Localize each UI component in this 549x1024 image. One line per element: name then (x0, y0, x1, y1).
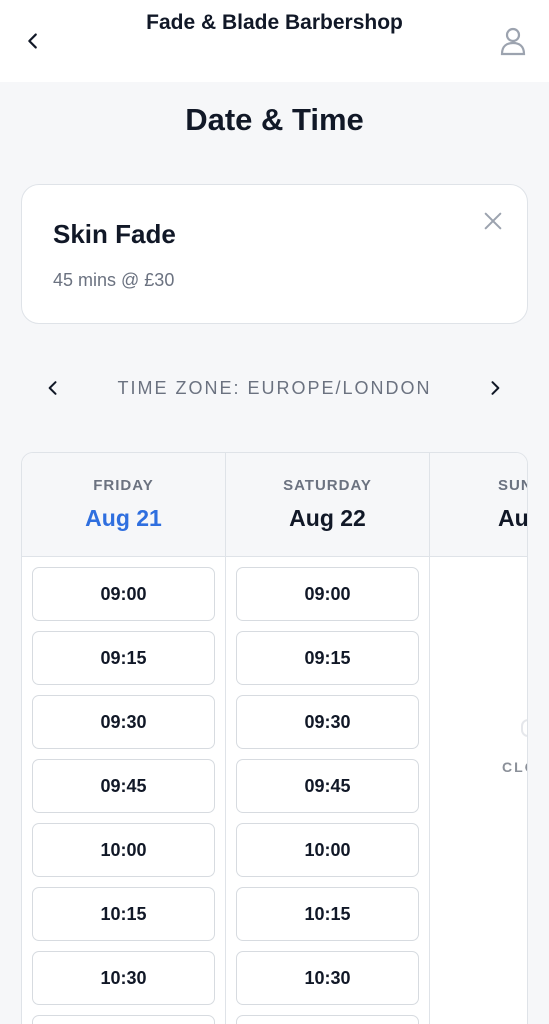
top-bar: Fade & Blade Barbershop (0, 0, 549, 82)
day-date: Aug 23 (498, 505, 528, 531)
day-header: SATURDAY Aug 22 (226, 453, 429, 557)
close-icon (484, 212, 502, 230)
account-button[interactable] (496, 24, 530, 58)
day-column-saturday: SATURDAY Aug 22 09:00 09:15 09:30 09:45 … (226, 453, 430, 1024)
time-slot[interactable]: 10:00 (32, 823, 215, 877)
service-card: Skin Fade 45 mins @ £30 (21, 184, 528, 324)
service-name: Skin Fade (53, 219, 176, 249)
chevron-right-icon (491, 381, 500, 395)
time-slot[interactable]: 09:30 (32, 695, 215, 749)
time-slot[interactable] (32, 1015, 215, 1024)
time-slot[interactable]: 09:15 (32, 631, 215, 685)
day-date: Aug 22 (289, 505, 366, 531)
time-slot[interactable]: 09:15 (236, 631, 419, 685)
next-week-button[interactable] (480, 373, 510, 403)
timezone-label: TIME ZONE: EUROPE/LONDON (117, 378, 432, 398)
page-title: Date & Time (185, 102, 364, 137)
day-name: SATURDAY (283, 477, 372, 494)
user-icon (500, 27, 526, 56)
day-header: SUNDAY Aug 23 (430, 453, 528, 557)
timezone-row: TIME ZONE: EUROPE/LONDON (0, 368, 549, 408)
time-slot[interactable]: 09:00 (32, 567, 215, 621)
time-slot[interactable]: 10:15 (236, 887, 419, 941)
day-column-sunday: SUNDAY Aug 23 CLOSED (430, 453, 528, 1024)
day-name: SUNDAY (498, 477, 527, 494)
time-slot[interactable]: 09:45 (236, 759, 419, 813)
day-column-friday: FRIDAY Aug 21 09:00 09:15 09:30 09:45 10… (22, 453, 226, 1024)
remove-service-button[interactable] (478, 206, 508, 236)
closed-icon (521, 719, 527, 737)
time-slot[interactable]: 09:30 (236, 695, 419, 749)
service-duration-price: 45 mins @ £30 (53, 270, 175, 290)
closed-label: CLOSED (502, 759, 527, 775)
day-date-selected: Aug 21 (85, 505, 162, 531)
day-header: FRIDAY Aug 21 (22, 453, 225, 557)
time-slot[interactable] (236, 1015, 419, 1024)
time-slot[interactable]: 10:00 (236, 823, 419, 877)
time-slot[interactable]: 10:15 (32, 887, 215, 941)
time-slot[interactable]: 10:30 (32, 951, 215, 1005)
shop-name: Fade & Blade Barbershop (146, 11, 403, 34)
week-calendar: FRIDAY Aug 21 09:00 09:15 09:30 09:45 10… (21, 452, 528, 1024)
day-name: FRIDAY (93, 477, 154, 494)
time-slot[interactable]: 10:30 (236, 951, 419, 1005)
time-slot[interactable]: 09:00 (236, 567, 419, 621)
time-slot[interactable]: 09:45 (32, 759, 215, 813)
